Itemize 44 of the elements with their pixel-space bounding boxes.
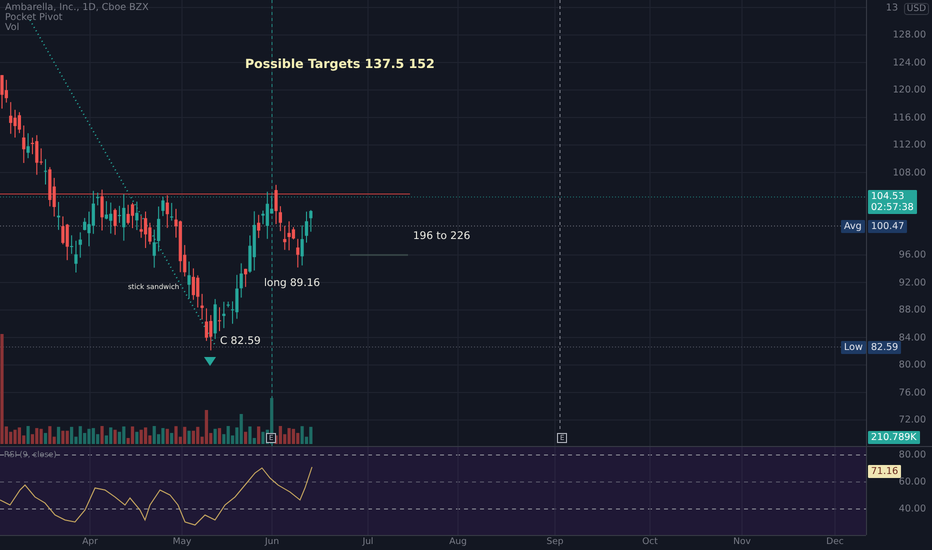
month-label: Dec xyxy=(826,537,844,547)
rsi-tick: 80.00 xyxy=(898,450,926,460)
price-tick: 72.00 xyxy=(898,414,926,426)
last-price-label: 104.53 02:57:38 xyxy=(868,190,917,214)
chart-annotation: C 82.59 xyxy=(220,335,261,347)
month-label: Jul xyxy=(362,537,374,547)
chart-annotation: long 89.16 xyxy=(264,277,320,289)
price-tick: 13 xyxy=(886,2,898,13)
legend-text: Vol xyxy=(5,23,20,33)
month-label: May xyxy=(172,537,192,547)
volume-label: 210.789K xyxy=(868,431,920,444)
rsi-tick: 60.00 xyxy=(898,476,926,488)
rsi-tick: 40.00 xyxy=(898,504,926,514)
price-tick: 84.00 xyxy=(898,332,926,343)
month-label: Aug xyxy=(449,537,467,547)
support-line xyxy=(350,254,408,256)
rsi-value: 71.16 xyxy=(868,465,902,478)
price-tick: 92.00 xyxy=(898,277,926,288)
chart-annotation: 196 to 226 xyxy=(413,230,470,242)
down-triangle-icon xyxy=(204,357,216,366)
month-label: Sep xyxy=(546,537,564,547)
month-label: Apr xyxy=(82,537,98,547)
price-tick: 76.00 xyxy=(898,387,926,398)
month-label: Oct xyxy=(642,537,658,547)
price-tick: 116.00 xyxy=(892,112,926,123)
price-tick: 80.00 xyxy=(898,360,926,370)
price-tick: 112.00 xyxy=(892,140,926,150)
price-tick: 96.00 xyxy=(898,250,926,260)
month-label: Jun xyxy=(264,537,280,547)
price-tick: 120.00 xyxy=(892,84,926,96)
price-tick: 88.00 xyxy=(898,304,926,316)
chart-annotation: Possible Targets 137.5 152 xyxy=(245,56,435,71)
price-tick: 128.00 xyxy=(892,30,926,40)
legend-text: Pocket Pivot xyxy=(5,13,64,23)
marker-value: 100.47 xyxy=(868,220,908,233)
price-tick: 108.00 xyxy=(892,167,926,178)
price-tick: 124.00 xyxy=(892,57,926,68)
month-label: Nov xyxy=(733,537,751,547)
indicator-title: RSI (9, close) xyxy=(4,450,57,459)
marker-label: Avg xyxy=(841,220,865,233)
currency-label[interactable]: USD xyxy=(904,3,929,15)
marker-label: Low xyxy=(841,341,866,354)
legend-text: Ambarella, Inc., 1D, Cboe BZX xyxy=(5,3,149,13)
marker-value: 82.59 xyxy=(868,341,902,354)
